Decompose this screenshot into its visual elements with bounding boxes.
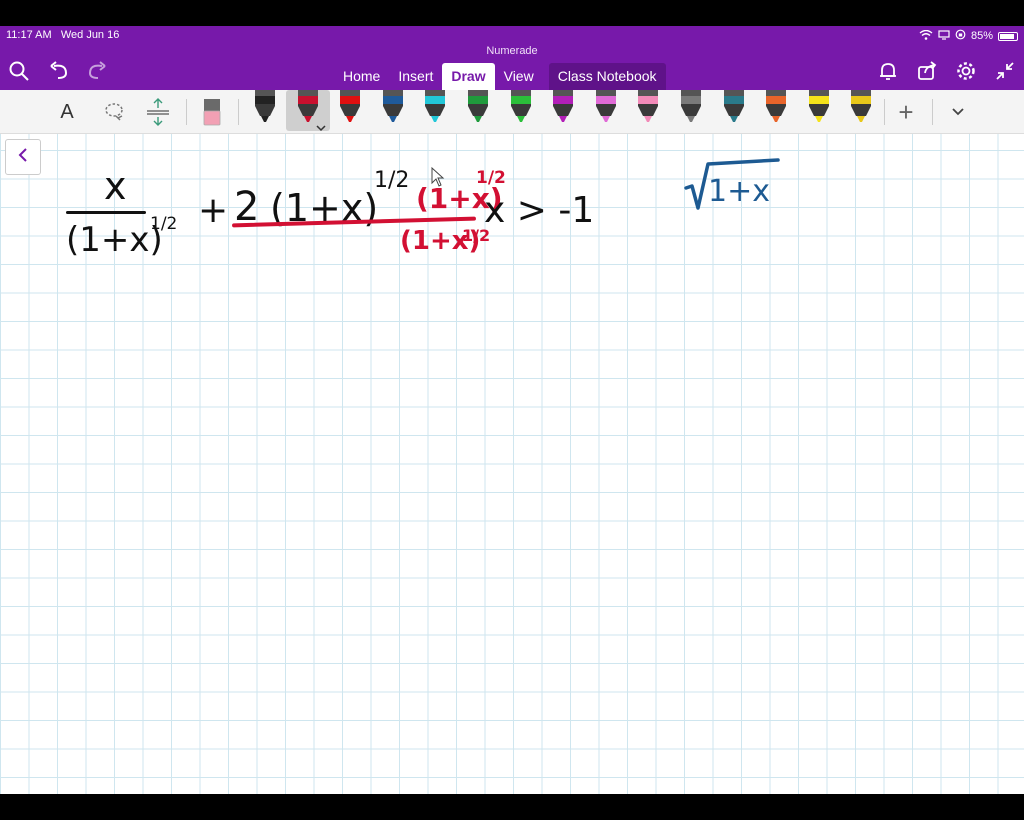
toolbar-divider	[186, 99, 187, 125]
back-button[interactable]	[5, 139, 41, 175]
pen-icon	[724, 90, 744, 122]
chevron-left-icon	[18, 148, 27, 162]
pen-swatch-12[interactable]	[721, 90, 747, 124]
pen-swatch-11[interactable]	[678, 90, 704, 124]
pen-options-chevron[interactable]	[316, 120, 326, 138]
pen-swatch-6[interactable]	[465, 90, 491, 124]
ink-fraction1-bar	[66, 211, 146, 214]
pen-icon	[511, 90, 531, 122]
notebook-page-canvas[interactable]: x (1+x) 1/2 + 2 (1+x) 1/2 (1+x) 1/2 (1+x…	[0, 134, 1024, 794]
pen-swatch-8[interactable]	[550, 90, 576, 124]
pen-icon	[383, 90, 403, 122]
share-icon[interactable]	[916, 60, 938, 82]
eraser-tool[interactable]	[200, 90, 224, 134]
tab-class-notebook[interactable]: Class Notebook	[548, 63, 666, 90]
ink-domain-condition: x > -1	[484, 190, 595, 231]
gear-icon[interactable]	[955, 60, 977, 82]
status-bar-time: 11:17 AM Wed Jun 16	[6, 29, 119, 41]
pointer-cursor-icon	[431, 166, 445, 187]
collapse-icon[interactable]	[994, 60, 1016, 82]
pen-icon	[425, 90, 445, 122]
app-title: Numerade	[486, 45, 538, 57]
chevron-down-icon	[316, 125, 326, 132]
pen-swatch-14[interactable]	[806, 90, 832, 124]
ink-plus-sign: +	[198, 190, 229, 231]
toolbar-divider	[238, 99, 239, 125]
ink-blue-radicand: 1+x	[708, 174, 770, 209]
bell-icon[interactable]	[877, 60, 899, 82]
add-pen-button[interactable]: +	[892, 90, 920, 134]
pen-icon	[681, 90, 701, 122]
pen-swatch-3[interactable]	[337, 90, 363, 124]
battery-icon	[998, 31, 1018, 41]
tab-insert[interactable]: Insert	[389, 63, 442, 90]
status-date: Wed Jun 16	[60, 29, 120, 41]
pen-icon	[553, 90, 573, 122]
pen-icon	[638, 90, 658, 122]
pen-icon	[468, 90, 488, 122]
screen-frame: 11:17 AM Wed Jun 16 85% Numerade Home In…	[0, 0, 1024, 820]
pen-swatch-4[interactable]	[380, 90, 406, 124]
tab-draw[interactable]: Draw	[442, 63, 495, 90]
toolbar-expand-button[interactable]	[944, 90, 972, 134]
ink-fraction1-numerator: x	[104, 164, 127, 208]
pen-icon	[298, 90, 318, 122]
screen-mirror-icon	[938, 29, 950, 43]
ink-fraction1-denominator: (1+x)	[66, 220, 163, 260]
search-icon[interactable]	[8, 60, 30, 82]
app-header: 11:17 AM Wed Jun 16 85% Numerade Home In…	[0, 26, 1024, 90]
undo-icon[interactable]	[48, 60, 70, 82]
chevron-down-icon	[952, 108, 964, 116]
pen-icon	[340, 90, 360, 122]
pen-icon	[255, 90, 275, 122]
pen-swatch-15[interactable]	[848, 90, 874, 124]
pen-icon	[851, 90, 871, 122]
lasso-select-tool[interactable]	[100, 90, 128, 134]
pen-swatch-10[interactable]	[635, 90, 661, 124]
pen-icon	[766, 90, 786, 122]
pen-swatch-2[interactable]	[295, 90, 321, 124]
toolbar-divider	[884, 99, 885, 125]
tab-home[interactable]: Home	[334, 63, 389, 90]
pen-swatch-13[interactable]	[763, 90, 789, 124]
ribbon-tabs: Home Insert Draw View Class Notebook	[334, 63, 666, 90]
status-bar-right: 85%	[919, 29, 1018, 43]
type-text-tool[interactable]: A	[54, 90, 80, 134]
ink-paren-exponent: 1/2	[374, 168, 410, 193]
ink-red-numerator-exponent: 1/2	[476, 168, 506, 188]
add-space-tool[interactable]	[144, 90, 172, 134]
pen-swatch-5[interactable]	[422, 90, 448, 124]
lasso-icon	[105, 103, 123, 121]
pen-icon	[809, 90, 829, 122]
orientation-lock-icon	[955, 29, 966, 43]
battery-percent: 85%	[970, 30, 993, 42]
draw-toolbar: A +	[0, 90, 1024, 134]
add-space-icon	[147, 98, 169, 126]
redo-icon[interactable]	[86, 60, 108, 82]
status-time: 11:17 AM	[6, 29, 52, 41]
ink-fraction1-exponent: 1/2	[150, 214, 178, 234]
pen-icon	[596, 90, 616, 122]
toolbar-divider	[932, 99, 933, 125]
pen-swatch-1[interactable]	[252, 90, 278, 124]
eraser-icon	[203, 99, 221, 126]
wifi-icon	[919, 29, 933, 43]
pen-swatch-9[interactable]	[593, 90, 619, 124]
pen-swatch-7[interactable]	[508, 90, 534, 124]
tab-view[interactable]: View	[495, 63, 543, 90]
